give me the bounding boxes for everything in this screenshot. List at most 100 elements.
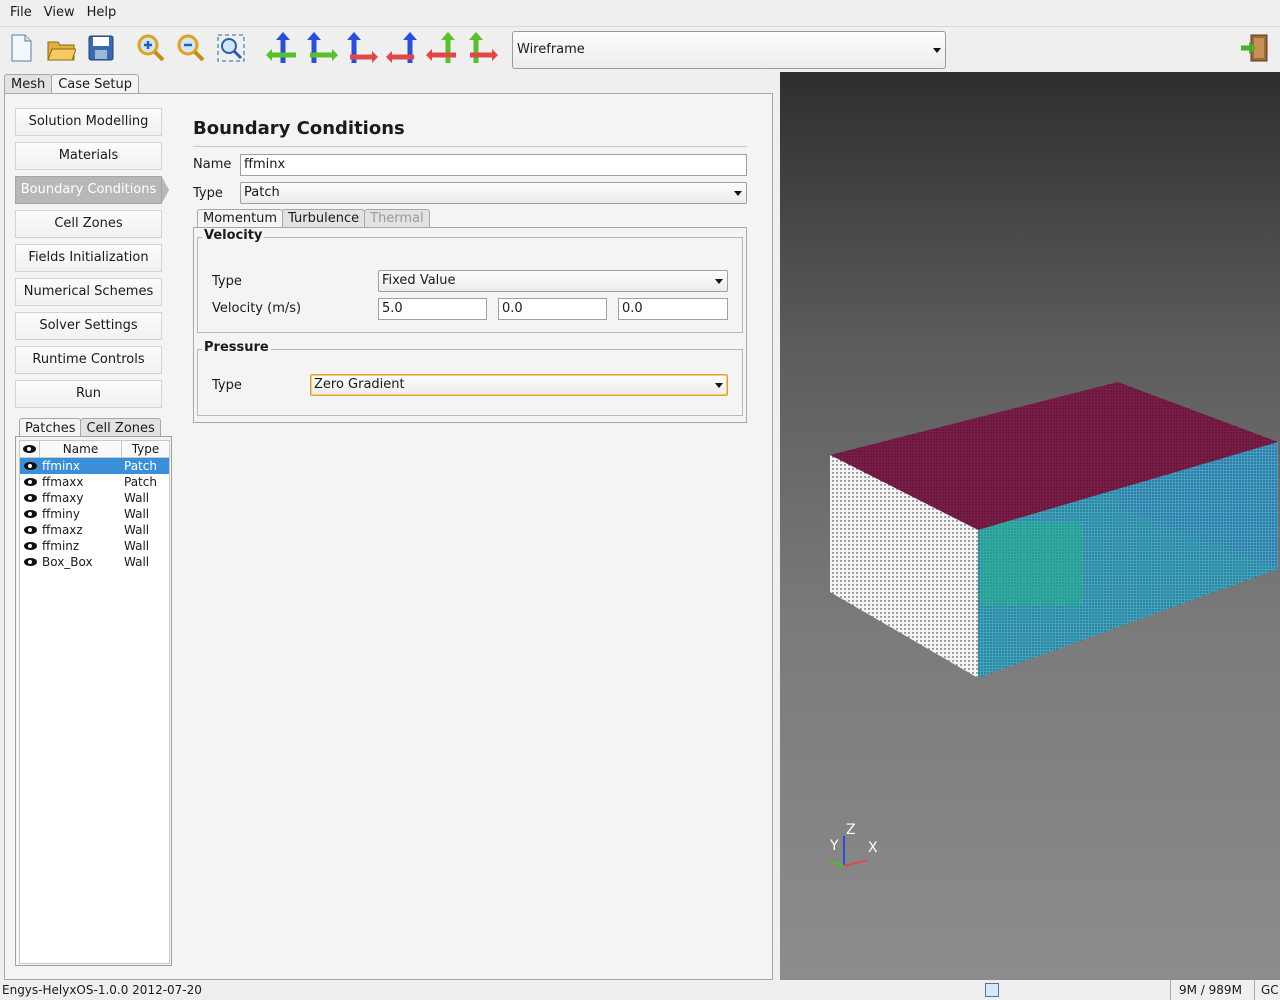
- nav-solution-modelling-button[interactable]: Solution Modelling: [15, 108, 162, 136]
- table-row[interactable]: ffmaxx Patch: [20, 474, 169, 490]
- nav-fields-initialization-button[interactable]: Fields Initialization: [15, 244, 162, 272]
- patch-table: Name Type ffminx Patch ffmaxx Patch ffma…: [19, 440, 170, 964]
- tab-case-setup[interactable]: Case Setup: [51, 74, 140, 94]
- main-tabs: Mesh Case Setup: [4, 74, 140, 94]
- tab-turbulence[interactable]: Turbulence: [282, 209, 366, 228]
- name-field[interactable]: ffminx: [240, 154, 747, 176]
- velocity-type-label: Type: [212, 274, 242, 289]
- patch-tabs: Patches Cell Zones: [19, 418, 161, 438]
- save-icon[interactable]: [84, 31, 118, 65]
- view-axis-icon[interactable]: [386, 31, 420, 65]
- velocity-x-field[interactable]: 5.0: [378, 298, 487, 320]
- velocity-y-field[interactable]: 0.0: [498, 298, 607, 320]
- nav-run-button[interactable]: Run: [15, 380, 162, 408]
- type-column-header[interactable]: Type: [122, 441, 169, 457]
- chevron-down-icon: [933, 48, 941, 53]
- render-mode-value: Wireframe: [517, 42, 585, 57]
- view-axis-icon[interactable]: [304, 31, 338, 65]
- visibility-column: [20, 441, 40, 457]
- eye-icon[interactable]: [23, 462, 37, 470]
- pressure-group-title: Pressure: [202, 340, 271, 355]
- name-column-header[interactable]: Name: [40, 441, 122, 457]
- eye-icon[interactable]: [23, 558, 37, 566]
- eye-icon[interactable]: [23, 526, 37, 534]
- patch-name: ffminz: [42, 539, 80, 553]
- table-row[interactable]: ffmaxz Wall: [20, 522, 169, 538]
- tab-cell-zones[interactable]: Cell Zones: [80, 418, 161, 438]
- patch-name: Box_Box: [42, 555, 93, 569]
- toolbar: Wireframe: [0, 26, 1280, 70]
- eye-icon[interactable]: [23, 478, 37, 486]
- patch-type: Wall: [124, 491, 150, 505]
- mesh-box-obstacle: [980, 522, 1082, 606]
- field-tabs: Momentum Turbulence Thermal: [197, 209, 430, 228]
- patch-list-panel: Name Type ffminx Patch ffmaxx Patch ffma…: [15, 436, 172, 966]
- version-text: Engys-HelyxOS-1.0.0 2012-07-20: [2, 983, 202, 997]
- patch-table-empty-area: [20, 570, 169, 963]
- chevron-down-icon: [715, 279, 723, 284]
- nav-solver-settings-button[interactable]: Solver Settings: [15, 312, 162, 340]
- title-divider: [193, 146, 747, 147]
- velocity-type-select[interactable]: Fixed Value: [378, 270, 728, 292]
- zoom-fit-icon[interactable]: [214, 31, 248, 65]
- axis-z-label: Z: [846, 822, 856, 838]
- table-row[interactable]: ffminz Wall: [20, 538, 169, 554]
- chevron-down-icon: [734, 191, 742, 196]
- nav-materials-button[interactable]: Materials: [15, 142, 162, 170]
- velocity-group: Velocity Type Fixed Value Velocity (m/s)…: [197, 228, 743, 333]
- tab-thermal[interactable]: Thermal: [364, 209, 430, 228]
- tab-momentum[interactable]: Momentum: [197, 209, 284, 228]
- zoom-in-icon[interactable]: [134, 31, 168, 65]
- nav-numerical-schemes-button[interactable]: Numerical Schemes: [15, 278, 162, 306]
- patch-name: ffmaxz: [42, 523, 83, 537]
- patch-type: Wall: [124, 507, 150, 521]
- view-axis-icon[interactable]: [464, 31, 498, 65]
- pressure-type-value: Zero Gradient: [314, 377, 405, 392]
- menu-file[interactable]: File: [4, 0, 38, 26]
- eye-icon[interactable]: [23, 510, 37, 518]
- patch-name: ffmaxy: [42, 491, 84, 505]
- zoom-out-icon[interactable]: [174, 31, 208, 65]
- patch-type: Patch: [124, 475, 157, 489]
- new-file-icon[interactable]: [4, 31, 38, 65]
- table-row[interactable]: ffminx Patch: [20, 458, 169, 474]
- eye-icon[interactable]: [23, 542, 37, 550]
- page-title: Boundary Conditions: [193, 118, 405, 139]
- table-row[interactable]: ffminy Wall: [20, 506, 169, 522]
- menu-view[interactable]: View: [38, 0, 81, 26]
- chevron-down-icon: [715, 383, 723, 388]
- tab-mesh[interactable]: Mesh: [4, 74, 53, 94]
- render-mode-select[interactable]: Wireframe: [512, 31, 946, 69]
- nav-runtime-controls-button[interactable]: Runtime Controls: [15, 346, 162, 374]
- velocity-z-field[interactable]: 0.0: [618, 298, 728, 320]
- table-row[interactable]: Box_Box Wall: [20, 554, 169, 570]
- nav-boundary-conditions-button[interactable]: Boundary Conditions: [15, 176, 169, 204]
- console-icon[interactable]: [985, 983, 999, 997]
- view-axis-icon[interactable]: [426, 31, 460, 65]
- eye-icon[interactable]: [23, 494, 37, 502]
- patch-type-value: Patch: [244, 185, 280, 200]
- case-setup-panel: Solution Modelling Materials Boundary Co…: [4, 93, 773, 980]
- view-axis-icon[interactable]: [344, 31, 378, 65]
- memory-usage: 9M / 989M: [1170, 980, 1252, 1000]
- velocity-group-title: Velocity: [202, 228, 265, 243]
- exit-door-icon[interactable]: [1238, 31, 1272, 65]
- view-axis-icon[interactable]: [266, 31, 300, 65]
- patch-type: Patch: [124, 459, 157, 473]
- 3d-viewport[interactable]: Z Y X: [780, 72, 1280, 980]
- gc-button[interactable]: GC: [1254, 980, 1280, 1000]
- pressure-type-label: Type: [212, 378, 242, 393]
- table-row[interactable]: ffmaxy Wall: [20, 490, 169, 506]
- patch-type: Wall: [124, 523, 150, 537]
- pressure-type-select[interactable]: Zero Gradient: [310, 374, 728, 396]
- axis-x-label: X: [868, 840, 878, 856]
- nav-cell-zones-button[interactable]: Cell Zones: [15, 210, 162, 238]
- patch-table-header: Name Type: [20, 441, 169, 458]
- axes-triad: Z Y X: [816, 822, 886, 874]
- tab-patches[interactable]: Patches: [19, 418, 82, 438]
- patch-type-select[interactable]: Patch: [240, 182, 747, 204]
- menu-help[interactable]: Help: [81, 0, 123, 26]
- open-folder-icon[interactable]: [44, 31, 78, 65]
- patch-name: ffmaxx: [42, 475, 84, 489]
- axis-y-label: Y: [830, 838, 839, 854]
